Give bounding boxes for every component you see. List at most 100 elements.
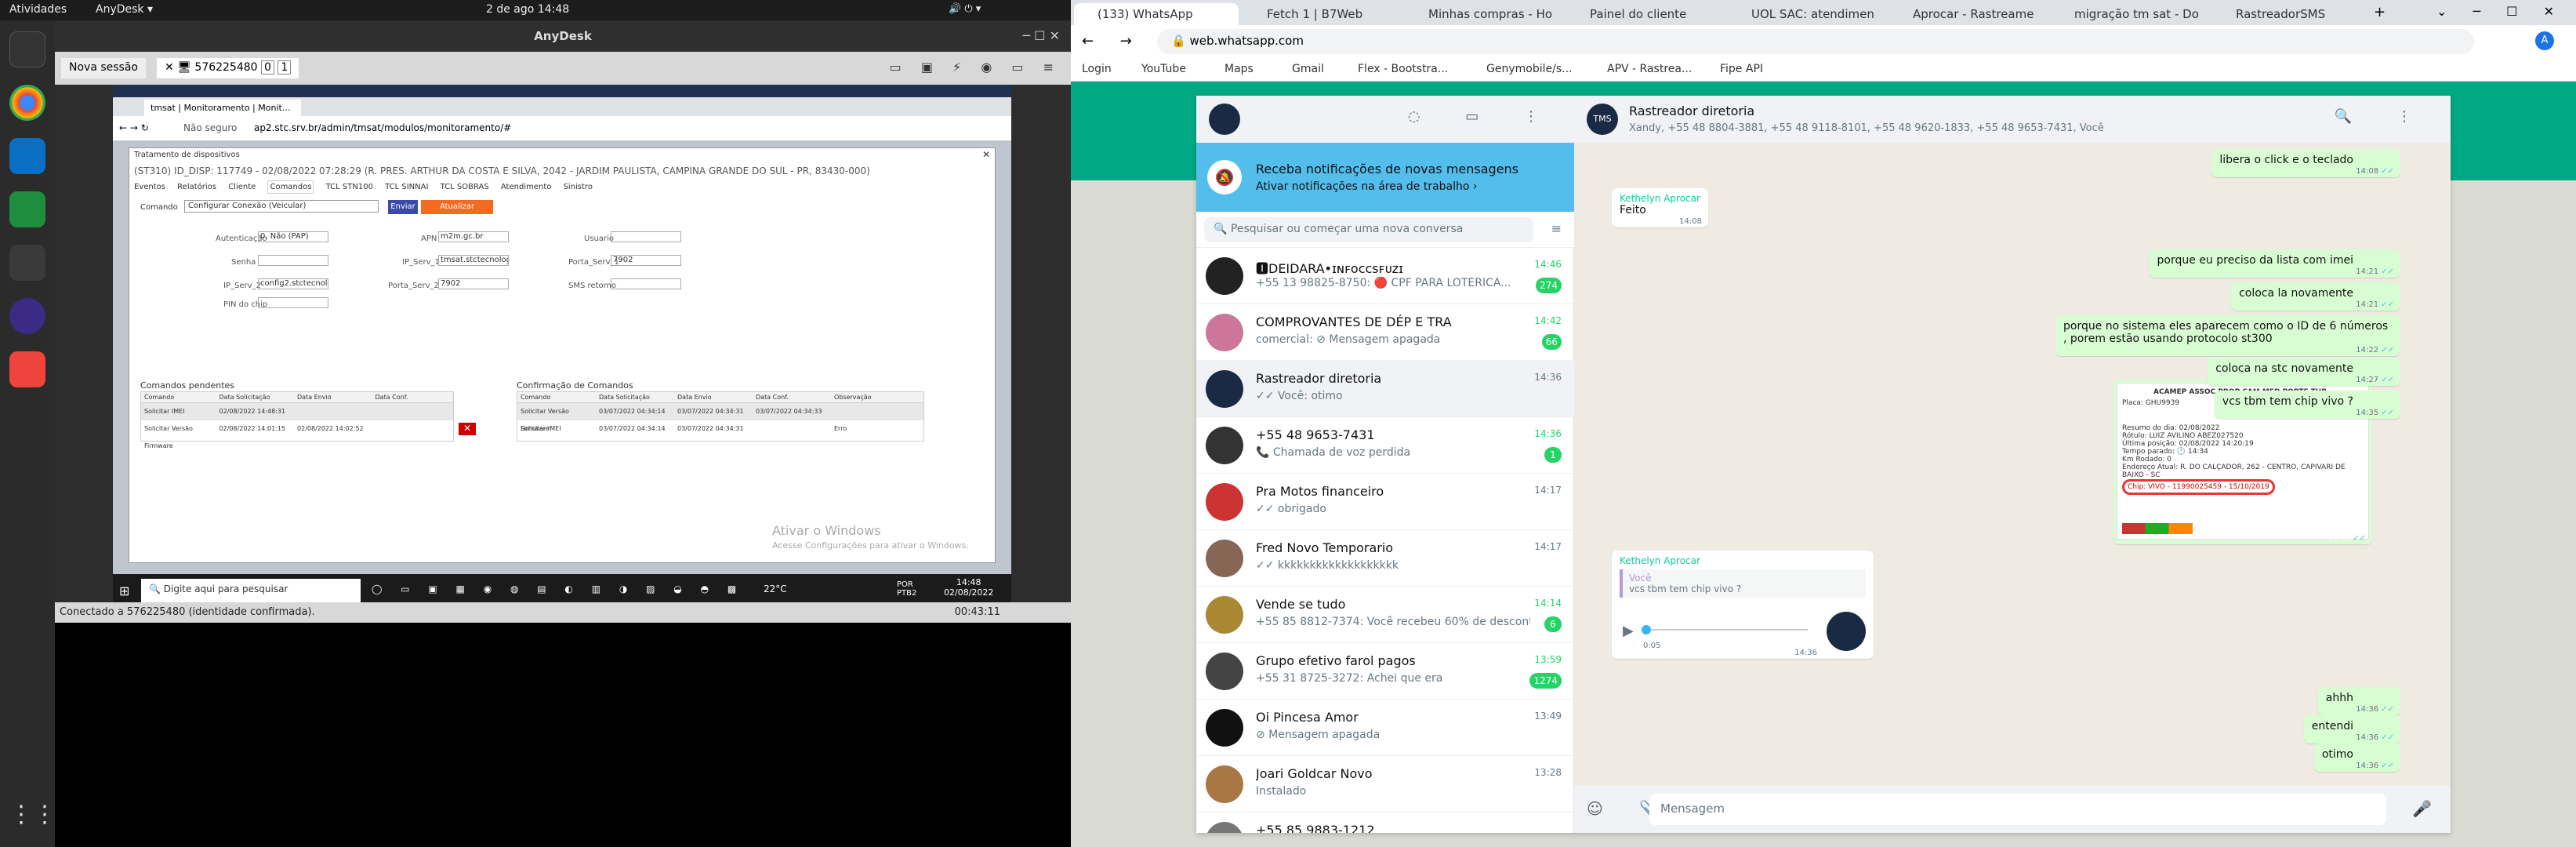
- remote-url[interactable]: ap2.stc.srv.br/admin/tmsat/modulos/monit…: [254, 122, 511, 133]
- delete-icon[interactable]: ✕: [459, 423, 476, 435]
- app-menu[interactable]: AnyDesk ▾: [96, 3, 153, 16]
- taskbar-clock[interactable]: 14:48 02/08/2022: [944, 577, 993, 598]
- chat-list-item[interactable]: +55 85 9883-1212: [1196, 812, 1574, 833]
- field-ip1[interactable]: tmsat.stctecnologia: [438, 255, 509, 266]
- incoming-message[interactable]: Kethelyn Aprocar Feito 14:08: [1612, 188, 1708, 227]
- outgoing-message[interactable]: vcs tbm tem chip vivo ? 14:35: [2214, 391, 2400, 419]
- message-input[interactable]: Mensagem: [1649, 794, 2386, 825]
- field-port1[interactable]: 7902: [611, 255, 681, 266]
- show-apps-icon[interactable]: ⋮⋮: [9, 797, 56, 833]
- new-session-tab[interactable]: Nova sessão: [61, 58, 146, 78]
- tab-comandos[interactable]: Comandos: [267, 180, 314, 194]
- field-auth[interactable]: 0. Não (PAP): [258, 231, 328, 242]
- windows-start-icon[interactable]: ⊞: [119, 583, 129, 598]
- table-row[interactable]: Solicitar IMEI 03/07/2022 04:34:14 03/07…: [517, 420, 923, 438]
- quoted-message[interactable]: Você vcs tbm tem chip vivo ?: [1620, 569, 1866, 598]
- tab-tcl-sobras[interactable]: TCL SOBRAS: [441, 183, 489, 191]
- tab-sinistro[interactable]: Sinistro: [564, 183, 593, 191]
- chat-list-item[interactable]: +55 48 9653-7431 14:36 📞 Chamada de voz pe…: [1196, 417, 1574, 474]
- field-ip2[interactable]: config2.stctecnologi: [258, 278, 328, 289]
- session-tab[interactable]: ✕ 🖥 576225480 0 1: [157, 58, 299, 78]
- activities-button[interactable]: Atividades: [9, 3, 67, 16]
- chrome-icon[interactable]: [9, 85, 45, 121]
- outgoing-message[interactable]: ahhh 14:36: [2317, 687, 2400, 715]
- weather[interactable]: 22°C: [764, 583, 787, 594]
- window-controls[interactable]: ─ ☐ ✕: [1022, 28, 1060, 43]
- chat-list-item[interactable]: Joari Goldcar Novo 13:28 Instalado: [1196, 756, 1574, 812]
- field-sms[interactable]: [611, 278, 681, 289]
- system-clock[interactable]: 2 de ago 14:48: [486, 3, 569, 16]
- anydesk-icon[interactable]: [9, 351, 45, 387]
- bookmark-fipe[interactable]: Fipe API: [1720, 63, 1763, 75]
- tab-migracao[interactable]: migração tm sat - Do: [2051, 3, 2208, 25]
- profile-avatar[interactable]: A: [2535, 31, 2554, 50]
- chat-list-item[interactable]: Fred Novo Temporario 14:17 ✓✓ kkkkkkkkkkkk…: [1196, 530, 1574, 587]
- table-row[interactable]: Solicitar Versão Firmware 03/07/2022 04:…: [517, 403, 923, 432]
- chat-list-item[interactable]: Oi Pincesa Amor 13:49 ⊘ Mensagem apagada: [1196, 700, 1574, 756]
- remote-screen[interactable]: tmsat | Monitoramento | Monit... ← → ↻ N…: [113, 85, 1011, 607]
- avatar[interactable]: [1209, 104, 1240, 135]
- tab-tcl-sinnai[interactable]: TCL SINNAI: [385, 183, 428, 191]
- outgoing-message[interactable]: coloca na stc novamente 14:27: [2208, 358, 2400, 386]
- chat-list-item[interactable]: Vende se tudo 14:14 +55 85 8812-7374: Você…: [1196, 587, 1574, 643]
- tab-tcl-stn100[interactable]: TCL STN100: [326, 183, 373, 191]
- group-avatar[interactable]: TMS: [1587, 104, 1618, 135]
- taskbar-app-icons[interactable]: ◯ ▭ ▣ ▦ ◉ ◍ ▤ ◐ ▥ ◑ ▨ ◒ ◓ ▩: [372, 583, 744, 594]
- remote-tab[interactable]: tmsat | Monitoramento | Monit...: [144, 100, 301, 116]
- tab-whatsapp[interactable]: (133) WhatsApp: [1074, 3, 1239, 25]
- tab-eventos[interactable]: Eventos: [134, 183, 165, 191]
- chat-list-item[interactable]: Pra Motos financeiro 14:17 ✓✓ obrigado: [1196, 474, 1574, 530]
- command-select[interactable]: Configurar Conexão (Veicular): [184, 200, 379, 213]
- field-apn[interactable]: m2m.gc.br: [438, 231, 509, 242]
- chat-list-item[interactable]: 🅸DEIDARA•ɪɴꜰᴏᴄᴄꜱꜰᴜᴢɪ 14:46 +55 13 98825-87…: [1196, 248, 1574, 304]
- audio-progress[interactable]: [1643, 629, 1808, 631]
- sidebar-header-icons[interactable]: ◌ ▭ ⋮: [1408, 108, 1558, 125]
- vscode-icon[interactable]: [9, 138, 45, 174]
- audio-handle[interactable]: [1642, 625, 1651, 634]
- bookmark-youtube[interactable]: YouTube: [1141, 63, 1186, 75]
- anydesk-toolbar-icons[interactable]: ▭ ▣ ⚡ ◉ ▭ ≡: [890, 60, 1061, 75]
- voice-message[interactable]: Kethelyn Aprocar Você vcs tbm tem chip v…: [1612, 551, 1874, 659]
- conversation-header[interactable]: TMS Rastreador diretoria Xandy, +55 48 8…: [1574, 96, 2451, 143]
- play-icon[interactable]: ▶: [1623, 623, 1634, 639]
- table-row[interactable]: Solicitar Versão Firmware 02/08/2022 14:…: [141, 420, 453, 449]
- bookmark-apv[interactable]: APV - Rastrea...: [1607, 63, 1692, 75]
- modal-close-icon[interactable]: ✕: [982, 149, 990, 160]
- bookmark-maps[interactable]: Maps: [1225, 63, 1254, 75]
- field-password[interactable]: [258, 255, 328, 266]
- window-controls[interactable]: ⌄ ─ ☐ ✕: [2436, 4, 2565, 19]
- tab-uol[interactable]: UOL SAC: atendimen: [1728, 3, 1885, 25]
- tab-rastreador-sms[interactable]: RastreadorSMS: [2212, 3, 2369, 25]
- new-tab-icon[interactable]: +: [2374, 4, 2386, 20]
- bookmark-gmail[interactable]: Gmail: [1292, 63, 1324, 75]
- taskbar-search[interactable]: 🔍 Digite aqui para pesquisar: [141, 579, 361, 602]
- bookmark-flex[interactable]: Flex - Bootstra...: [1358, 63, 1448, 75]
- field-pin[interactable]: [258, 297, 328, 308]
- outgoing-message[interactable]: porque no sistema eles aparecem como o I…: [2055, 315, 2400, 356]
- eclipse-icon[interactable]: [9, 298, 45, 334]
- send-button[interactable]: Enviar: [388, 200, 418, 214]
- tab-cliente[interactable]: Cliente: [228, 183, 256, 191]
- header-icons[interactable]: 🔍 ⋮: [2335, 108, 2432, 125]
- bookmark-genymobile[interactable]: Genymobile/s...: [1486, 63, 1572, 75]
- sheets-icon[interactable]: [9, 191, 45, 227]
- git-icon[interactable]: [9, 245, 45, 281]
- field-user[interactable]: [611, 231, 681, 242]
- outgoing-message[interactable]: otimo 14:36: [2313, 743, 2400, 772]
- tab-painel[interactable]: Painel do cliente: [1566, 3, 1723, 25]
- outgoing-message[interactable]: entendi 14:36: [2303, 715, 2400, 743]
- chat-list-item[interactable]: COMPROVANTES DE DÉP E TRA 14:42 comercial:…: [1196, 304, 1574, 361]
- search-input[interactable]: 🔍 Pesquisar ou começar uma nova conversa: [1204, 217, 1533, 242]
- outgoing-message[interactable]: porque eu preciso da lista com imei 14:21: [2149, 249, 2400, 278]
- close-icon[interactable]: ✕: [165, 61, 174, 74]
- outgoing-message[interactable]: libera o click e o teclado 14:08: [2211, 149, 2400, 177]
- field-port2[interactable]: 7902: [438, 278, 509, 289]
- tab-aprocar[interactable]: Aprocar - Rastreame: [1889, 3, 2046, 25]
- chat-list-item[interactable]: Grupo efetivo farol pagos 13:59 +55 31 872…: [1196, 643, 1574, 700]
- update-firmware-button[interactable]: Atualizar Firmware: [421, 200, 493, 225]
- address-bar[interactable]: 🔒 web.whatsapp.com: [1157, 29, 2474, 54]
- bookmark-login[interactable]: Login: [1082, 63, 1112, 75]
- outgoing-message[interactable]: coloca la novamente 14:21: [2231, 282, 2400, 311]
- tab-compras[interactable]: Minhas compras - Ho: [1405, 3, 1562, 25]
- microphone-icon[interactable]: 🎤: [2412, 799, 2432, 818]
